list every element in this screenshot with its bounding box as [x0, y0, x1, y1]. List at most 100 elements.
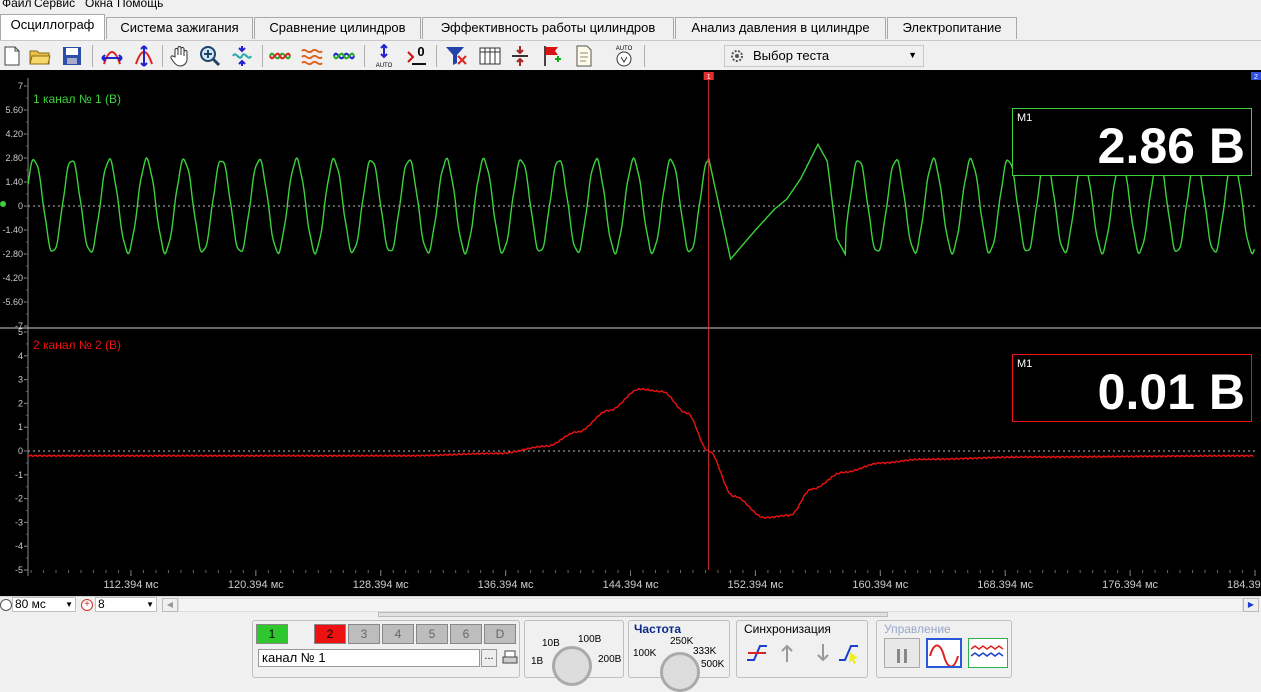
y-tick-label: 1	[18, 422, 23, 432]
channel-name-field[interactable]: канал № 1	[258, 649, 480, 667]
chevron-down-icon: ▼	[65, 600, 73, 609]
svg-text:AUTO: AUTO	[376, 63, 393, 68]
timebase-value: 80 мс	[15, 597, 46, 611]
channel-button-d[interactable]: D	[484, 624, 516, 644]
gear-icon	[729, 48, 745, 70]
freq-label-333k: 333K	[693, 646, 717, 657]
timebase-select[interactable]: 80 мс ▼	[12, 597, 76, 612]
scale-icon[interactable]	[132, 44, 156, 68]
sync-up-icon[interactable]	[776, 642, 798, 664]
x-tick-label: 160.394 мс	[852, 579, 908, 591]
y-tick-label: 4.20	[5, 129, 23, 139]
auto-voltage-icon[interactable]: AUTO	[612, 44, 636, 68]
time-scrollbar[interactable]	[178, 598, 1243, 612]
channel-button-3[interactable]: 3	[348, 624, 380, 644]
y-tick-label: 5.60	[5, 105, 23, 115]
pan-hand-icon[interactable]	[168, 44, 192, 68]
wave-overlay-icon[interactable]	[332, 44, 356, 68]
document-icon[interactable]	[572, 44, 596, 68]
filter-icon[interactable]	[444, 44, 468, 68]
channel-1-measure-name: M1	[1017, 112, 1033, 124]
y-tick-label: -4	[15, 541, 23, 551]
channel-more-button[interactable]: ...	[481, 649, 497, 667]
zoom-icon[interactable]	[198, 44, 222, 68]
scroll-right-button[interactable]: ▶	[1243, 598, 1259, 612]
wave-stack-icon[interactable]	[300, 44, 324, 68]
count-value: 8	[98, 597, 105, 611]
auto-scale-icon[interactable]: AUTO	[372, 44, 396, 68]
table-icon[interactable]	[478, 44, 502, 68]
range-knob[interactable]	[552, 646, 592, 686]
menu-help[interactable]: Помощь	[117, 0, 163, 10]
fit-icon[interactable]	[230, 44, 254, 68]
y-tick-label: -5.60	[2, 297, 23, 307]
y-tick-label: 2	[18, 398, 23, 408]
test-select-label: Выбор теста	[753, 48, 830, 63]
tab-cylinder-pressure[interactable]: Анализ давления в цилиндре	[675, 17, 886, 39]
y-tick-label: -3	[15, 517, 23, 527]
y-tick-label: 7	[18, 81, 23, 91]
frequency-knob[interactable]	[660, 652, 700, 692]
sync-cursor-icon[interactable]	[838, 642, 860, 664]
y-tick-label: 3	[18, 375, 23, 385]
menu-windows[interactable]: Окна	[85, 0, 113, 10]
tab-ignition[interactable]: Система зажигания	[106, 17, 253, 39]
test-select[interactable]: Выбор теста ▼	[724, 45, 924, 67]
panel-splitter[interactable]	[378, 612, 888, 617]
channel-button-2[interactable]: 2	[314, 624, 346, 644]
printer-icon[interactable]	[502, 649, 518, 667]
channel-2-measure-box[interactable]: M1 0.01 В	[1012, 354, 1252, 422]
tab-power-supply[interactable]: Электропитание	[887, 17, 1017, 39]
x-tick-label: 176.394 мс	[1102, 579, 1158, 591]
count-icon: +	[81, 599, 93, 611]
y-tick-label: 5	[18, 327, 23, 337]
cursor-marker-label: 1	[707, 74, 711, 81]
pause-button[interactable]	[884, 638, 920, 668]
zero-offset-icon[interactable]: 0	[404, 44, 428, 68]
menu-file[interactable]: Файл	[2, 0, 32, 10]
sync-down-icon[interactable]	[812, 642, 834, 664]
wave-compare-icon[interactable]	[268, 44, 292, 68]
x-tick-label: 152.394 мс	[727, 579, 783, 591]
x-tick-label: 184.394 мс	[1227, 579, 1261, 591]
svg-text:AUTO: AUTO	[616, 46, 633, 52]
count-select[interactable]: 8 ▼	[95, 597, 157, 612]
multi-wave-button[interactable]	[968, 638, 1008, 668]
cursor-range-icon[interactable]	[100, 44, 124, 68]
range-label-1v: 1В	[531, 656, 544, 667]
x-tick-label: 136.394 мс	[478, 579, 534, 591]
channel-button-5[interactable]: 5	[416, 624, 448, 644]
cursor-2-marker-label: 2	[1254, 74, 1258, 81]
tab-cylinder-efficiency[interactable]: Эффективность работы цилиндров	[422, 17, 674, 39]
split-icon[interactable]	[508, 44, 532, 68]
control-title: Управление	[884, 622, 951, 636]
y-tick-label: -1.40	[2, 225, 23, 235]
menu-service[interactable]: Сервис	[34, 0, 75, 10]
channel-button-6[interactable]: 6	[450, 624, 482, 644]
tab-strip: Осциллограф Система зажигания Сравнение …	[0, 14, 1261, 40]
freq-label-250k: 250K	[670, 636, 694, 647]
save-icon[interactable]	[60, 44, 84, 68]
x-tick-label: 144.394 мс	[603, 579, 659, 591]
sync-rising-edge-icon[interactable]	[746, 642, 768, 664]
run-wave-button[interactable]	[926, 638, 962, 668]
svg-text:0: 0	[417, 44, 424, 59]
x-tick-label: 120.394 мс	[228, 579, 284, 591]
x-tick-label: 168.394 мс	[977, 579, 1033, 591]
channel-button-4[interactable]: 4	[382, 624, 414, 644]
chevron-down-icon: ▼	[908, 50, 917, 60]
marker-flag-icon[interactable]	[540, 44, 564, 68]
range-label-100v: 100В	[578, 634, 602, 645]
chevron-down-icon: ▼	[146, 600, 154, 609]
channel-1-measure-box[interactable]: M1 2.86 В	[1012, 108, 1252, 176]
open-folder-icon[interactable]	[28, 44, 52, 68]
oscilloscope-view[interactable]: 7 5.60 4.20 2.80 1.40 0 -1.40 -2.80 -4.20 -5.60 -7…	[0, 70, 1261, 597]
channel-button-1[interactable]: 1	[256, 624, 288, 644]
control-panel: 1 2 3 4 5 6 D канал № 1 ... 10В 100В 1В …	[0, 612, 1261, 692]
tab-oscilloscope[interactable]: Осциллограф	[0, 14, 105, 40]
new-file-icon[interactable]	[0, 44, 24, 68]
channel-1-offset-handle[interactable]	[0, 201, 6, 207]
scroll-left-button[interactable]: ◀	[162, 598, 178, 612]
tab-cylinder-compare[interactable]: Сравнение цилиндров	[254, 17, 421, 39]
x-tick-label: 112.394 мс	[103, 579, 159, 591]
